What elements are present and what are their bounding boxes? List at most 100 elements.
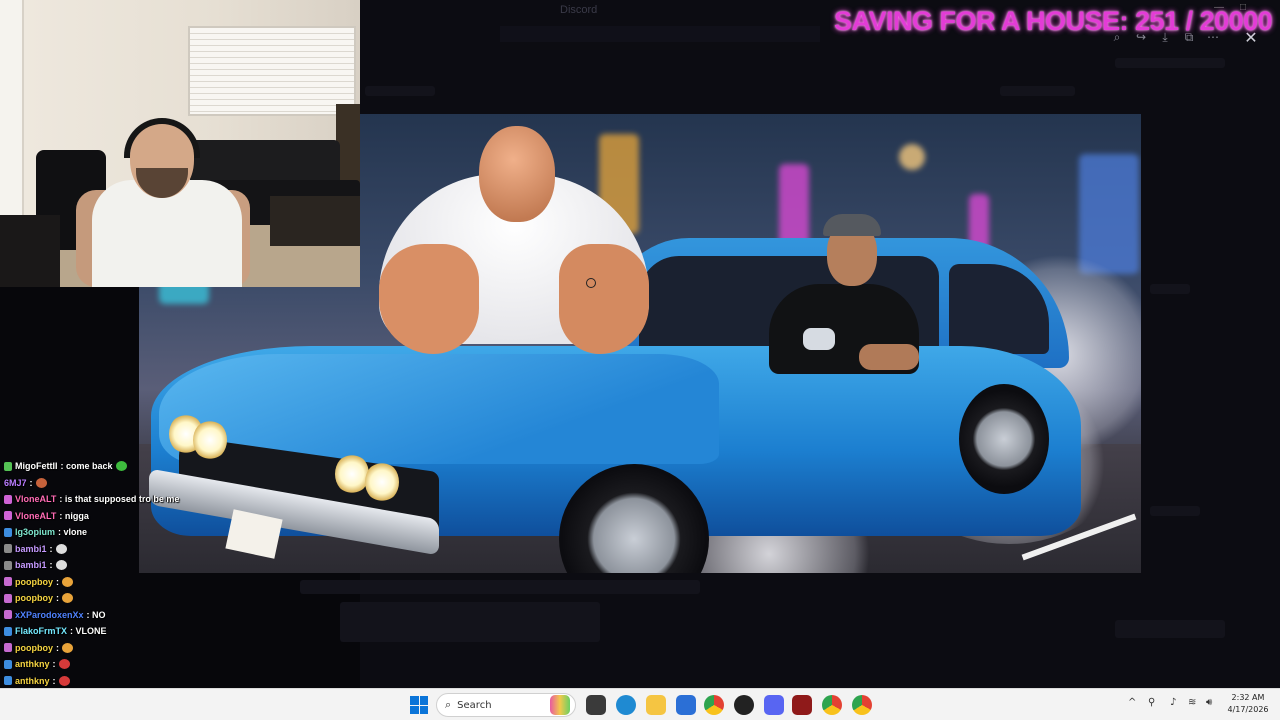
chat-message: poopboy: (4, 590, 73, 606)
chat-emote-icon (55, 543, 67, 554)
chat-text: : come back (60, 461, 113, 471)
search-icon: ⌕ (445, 698, 452, 711)
chat-username[interactable]: poopboy (15, 643, 53, 653)
chat-message: MigoFettII: come back (4, 458, 127, 474)
discord-icon[interactable] (764, 695, 784, 715)
chat-username[interactable]: lg3opium (15, 527, 55, 537)
muscular-man-arm (379, 244, 479, 354)
chrome-alt-icon[interactable] (852, 695, 872, 715)
windows-taskbar: ⌕ Search ^ ⚲ ♪ ≋ 🔊︎ 2:32 AM 4/17/2026 (0, 688, 1280, 720)
wifi-icon[interactable]: ≋ (1188, 697, 1196, 708)
rear-wheel (959, 384, 1049, 494)
chat-text: : (56, 642, 59, 653)
chat-message: bambi1: (4, 541, 67, 557)
stream-chat: MigoFettII: come back 6MJ7: VloneALT: is t… (0, 458, 200, 718)
chat-username[interactable]: anthkny (15, 659, 50, 669)
chat-message: VloneALT: is that supposed tro be me (4, 491, 179, 507)
chat-text: : (29, 477, 33, 488)
chat-username[interactable]: VloneALT (15, 494, 56, 504)
headlight (335, 454, 369, 494)
chat-text: : is that supposed tro be me (59, 494, 180, 504)
windows-start-icon[interactable] (410, 696, 428, 714)
chat-badge-icon (4, 461, 12, 471)
chat-text: : NO (86, 609, 106, 620)
chat-badge-icon (4, 626, 12, 636)
taskbar-clock[interactable]: 2:32 AM 4/17/2026 (1222, 692, 1274, 716)
chat-badge-icon (4, 610, 12, 619)
chat-badge-icon (4, 593, 12, 603)
neon-light (1079, 154, 1139, 274)
search-placeholder: Search (457, 699, 492, 711)
background-row (1150, 284, 1190, 294)
store-icon[interactable] (676, 695, 696, 715)
street-lamp (899, 144, 925, 170)
chat-badge-icon (4, 560, 12, 570)
widgets-icon[interactable] (550, 695, 570, 715)
chat-badge-icon (4, 511, 12, 520)
muscular-man-arm (559, 244, 649, 354)
window-title: Discord (560, 4, 598, 16)
chat-text: : VLONE (70, 626, 107, 636)
chat-badge-icon (4, 676, 12, 685)
obs-icon[interactable] (734, 695, 754, 715)
webcam-desk (0, 215, 60, 287)
adobe-icon[interactable] (792, 695, 812, 715)
chat-badge-icon (4, 659, 12, 669)
chat-text: : nigga (59, 510, 89, 521)
chat-message: lg3opium: vlone (4, 524, 87, 540)
headlight (365, 462, 399, 502)
muscular-man-head (479, 126, 555, 222)
headlight (193, 420, 227, 460)
chat-badge-icon (4, 544, 12, 553)
chrome-profile-icon[interactable] (822, 695, 842, 715)
background-row (1000, 86, 1075, 96)
side-mirror (803, 328, 835, 350)
chat-message: 6MJ7: (4, 475, 47, 491)
chat-badge-icon (4, 494, 12, 504)
chat-username[interactable]: FlakoFrmTX (15, 626, 67, 636)
chat-text: : (49, 560, 53, 570)
chat-message: anthkny: (4, 656, 70, 672)
mouse-cursor-icon (586, 278, 596, 288)
chat-username[interactable]: MigoFettII (15, 461, 58, 471)
chevron-up-icon[interactable]: ^ (1128, 697, 1136, 708)
network-icon[interactable]: ⚲ (1148, 697, 1155, 708)
background-row (340, 602, 600, 642)
chat-emote-icon (55, 560, 67, 570)
file-explorer-icon[interactable] (586, 695, 606, 715)
chat-username[interactable]: poopboy (15, 593, 53, 603)
chat-username[interactable]: bambi1 (15, 560, 47, 570)
background-row (1150, 506, 1200, 516)
chat-username[interactable]: xXParodoxenXx (15, 610, 84, 620)
chat-text: : (56, 576, 59, 587)
chrome-icon[interactable] (704, 695, 724, 715)
chat-username[interactable]: poopboy (15, 577, 53, 587)
volume-icon[interactable]: 🔊︎ (1206, 697, 1212, 708)
chat-emote-icon (58, 675, 70, 686)
chat-username[interactable]: 6MJ7 (4, 478, 27, 488)
chat-badge-icon (4, 577, 12, 586)
chat-message: VloneALT: nigga (4, 508, 89, 524)
chat-text: : (49, 543, 53, 554)
chat-message: xXParodoxenXx: NO (4, 607, 106, 623)
microphone-icon[interactable]: ♪ (1170, 697, 1176, 708)
clock-time: 2:32 AM (1231, 693, 1265, 702)
chat-message: poopboy: (4, 574, 73, 590)
chat-badge-icon (4, 643, 12, 652)
edge-icon[interactable] (616, 695, 636, 715)
background-row (300, 580, 700, 594)
chat-username[interactable]: VloneALT (15, 511, 56, 521)
chat-message: anthkny: (4, 673, 70, 689)
background-row (1115, 620, 1225, 638)
clock-date: 4/17/2026 (1227, 705, 1269, 714)
folder-icon[interactable] (646, 695, 666, 715)
chat-emote-icon (115, 461, 127, 471)
chat-username[interactable]: anthkny (15, 676, 50, 686)
chat-emote-icon (35, 477, 47, 488)
chat-emote-icon (58, 659, 70, 669)
chat-text: : (52, 675, 56, 686)
chat-emote-icon (62, 593, 73, 603)
chat-username[interactable]: bambi1 (15, 544, 47, 554)
house-goal-overlay: SAVING FOR A HOUSE: 251 / 20000 (834, 6, 1273, 36)
background-row (1115, 58, 1225, 68)
